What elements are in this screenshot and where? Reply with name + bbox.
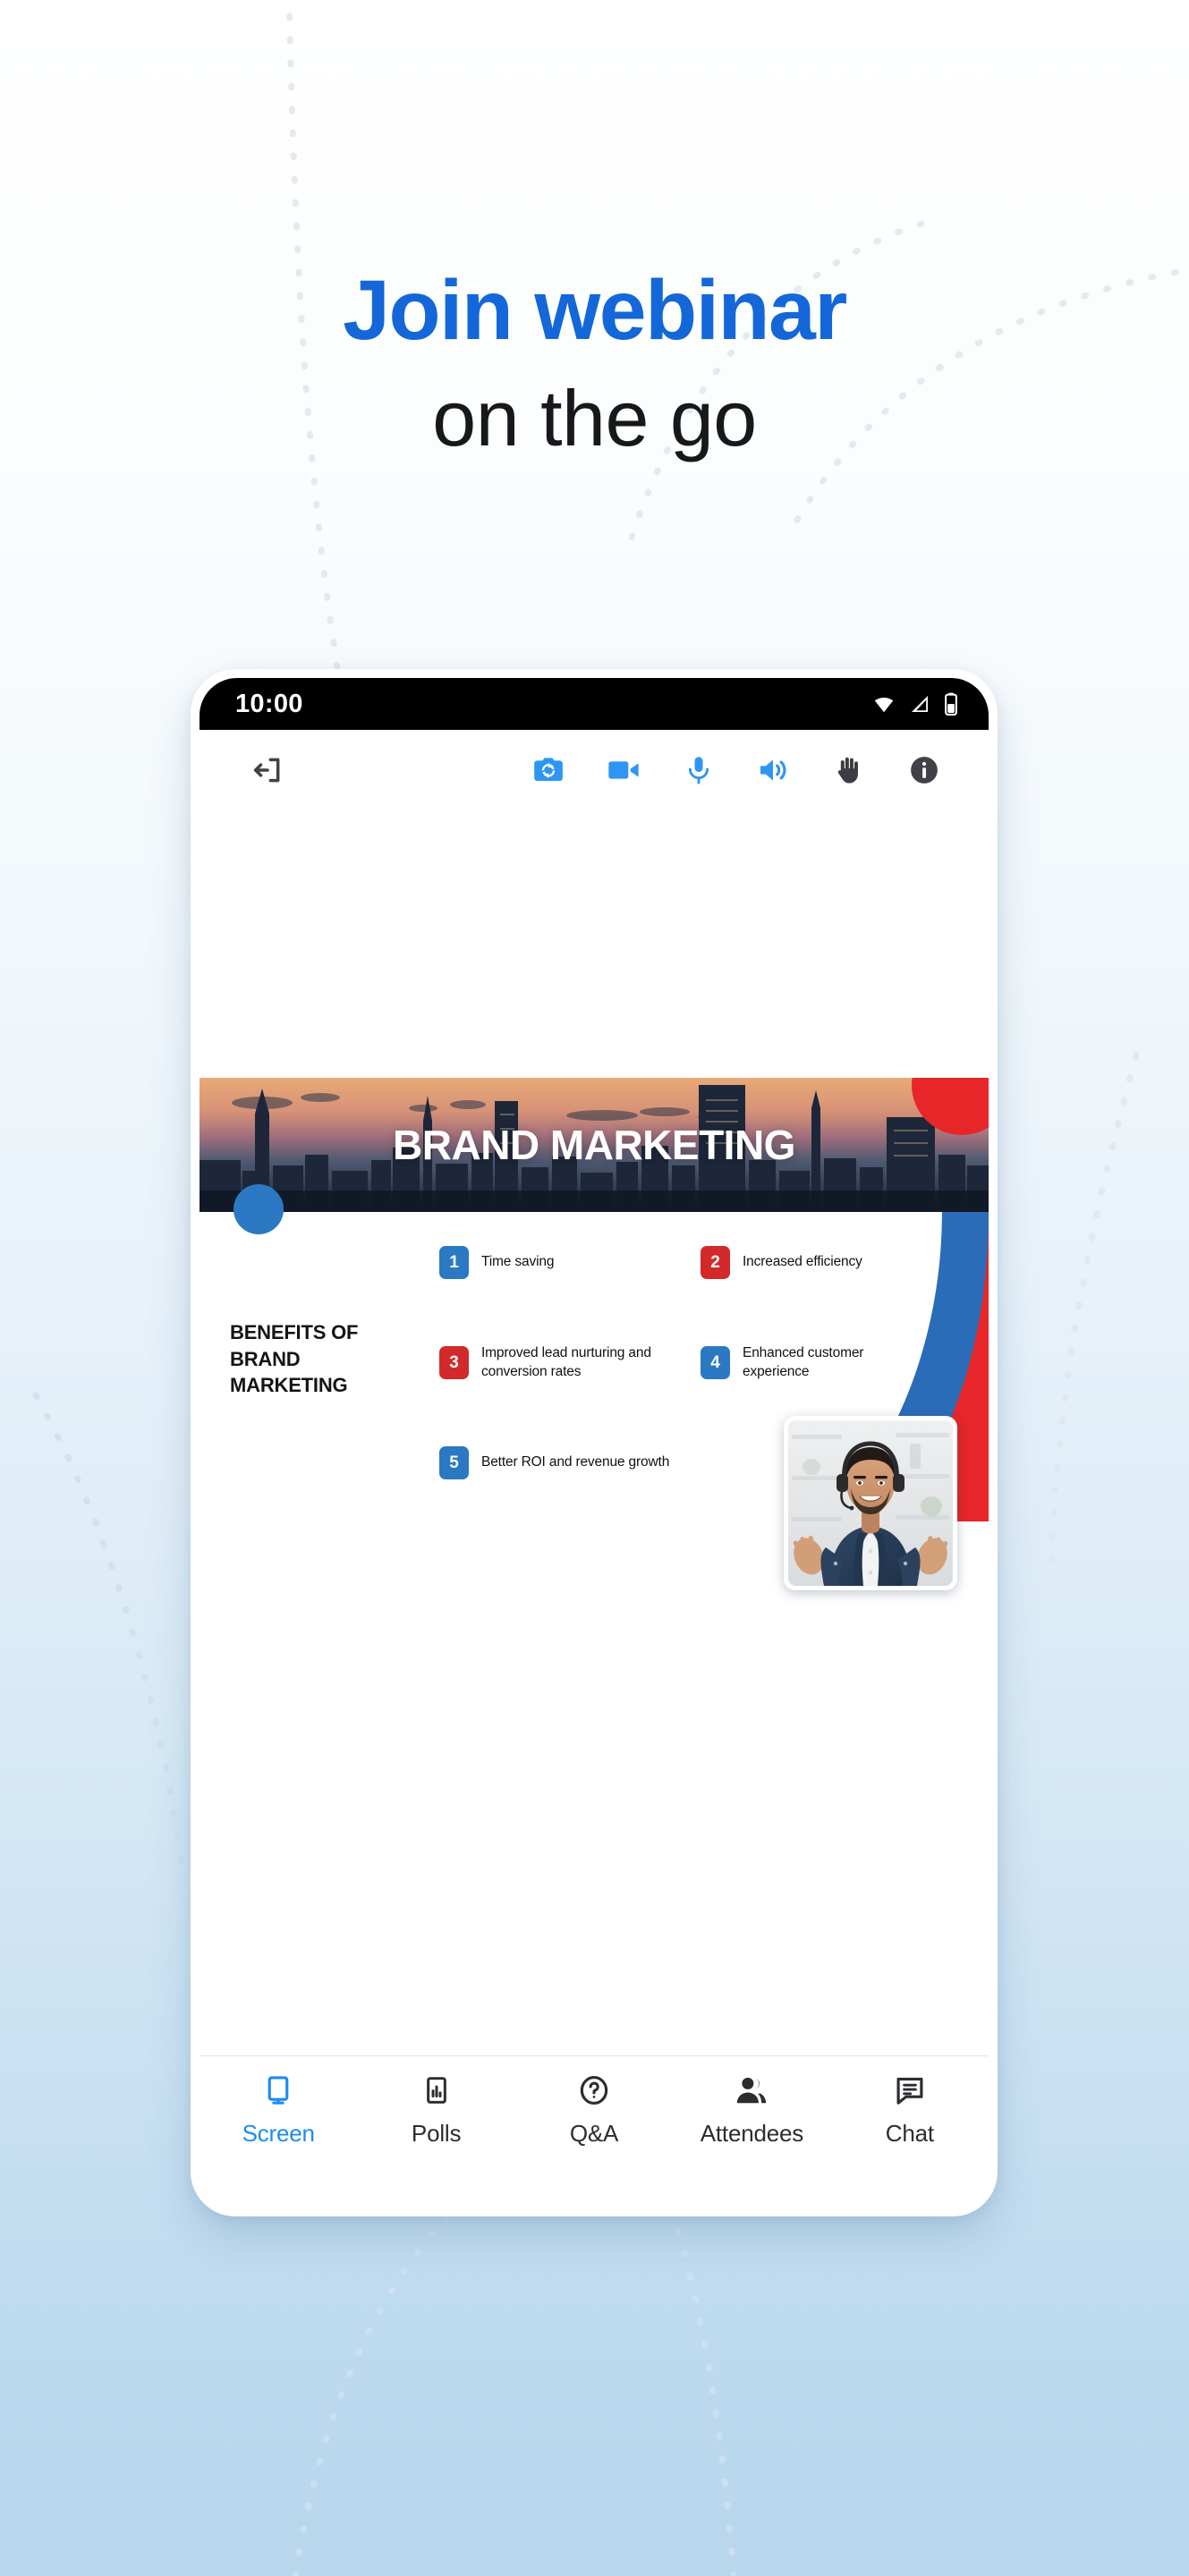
speaker-icon [760, 759, 786, 781]
session-toolbar [200, 730, 989, 810]
cellular-signal-icon [912, 696, 928, 712]
benefit-text-3: Improved lead nurturing and conversion r… [481, 1345, 651, 1379]
benefit-item-3: 3 Improved lead nurturing and conversion… [439, 1344, 654, 1382]
headline-line-1: Join webinar [343, 263, 847, 358]
slide-hero-banner: BRAND MARKETING [200, 1078, 989, 1212]
presenter-video-image [788, 1420, 953, 1586]
headline-line-2: on the go [432, 374, 757, 462]
video-toggle-button[interactable] [586, 739, 661, 801]
presenter-video-thumbnail[interactable] [784, 1416, 957, 1590]
nav-item-screen[interactable]: Screen [200, 2072, 357, 2148]
bottom-navigation: Screen Polls Q&A Attendees Chat [200, 2055, 989, 2181]
exit-icon [253, 758, 280, 783]
page-title: Join webinar on the go [0, 268, 1189, 468]
slide-hero-title: BRAND MARKETING [393, 1122, 795, 1168]
benefit-number-2: 2 [701, 1246, 730, 1279]
status-bar-clock: 10:00 [235, 689, 303, 718]
status-bar: 10:00 [200, 678, 989, 730]
speaker-toggle-button[interactable] [736, 739, 811, 801]
benefit-number-3: 3 [439, 1346, 469, 1380]
benefit-text-2: Increased efficiency [743, 1254, 862, 1270]
raised-hand-icon [837, 757, 858, 784]
camera-flip-icon [534, 758, 563, 782]
session-info-button[interactable] [887, 739, 962, 801]
people-icon [735, 2072, 769, 2108]
switch-camera-button[interactable] [511, 739, 586, 801]
leave-session-button[interactable] [230, 739, 305, 801]
benefit-item-4: 4 Enhanced customer experience [701, 1344, 924, 1382]
question-circle-icon [578, 2072, 610, 2108]
nav-label-qa: Q&A [569, 2120, 619, 2147]
nav-label-screen: Screen [242, 2120, 315, 2147]
microphone-icon [688, 757, 709, 784]
status-bar-icons [871, 692, 958, 716]
nav-item-chat[interactable]: Chat [831, 2072, 989, 2148]
bar-chart-icon [421, 2072, 452, 2108]
microphone-toggle-button[interactable] [661, 739, 736, 801]
benefit-text-1: Time saving [481, 1254, 555, 1270]
nav-item-qa[interactable]: Q&A [515, 2072, 673, 2148]
benefit-text-5: Better ROI and revenue growth [481, 1454, 670, 1470]
battery-icon [945, 692, 957, 716]
benefit-item-1: 1 Time saving [439, 1246, 618, 1279]
shared-screen-stage[interactable]: BRAND MARKETING BENEFITS OF BRAND MARKET… [200, 810, 989, 2055]
nav-item-attendees[interactable]: Attendees [673, 2072, 830, 2148]
info-circle-icon [911, 757, 938, 784]
nav-label-attendees: Attendees [700, 2120, 804, 2147]
slide-section-heading: BENEFITS OF BRAND MARKETING [230, 1321, 359, 1397]
benefit-number-1: 1 [439, 1246, 469, 1279]
benefit-number-4: 4 [701, 1346, 730, 1380]
chat-bubble-icon [894, 2072, 926, 2108]
slide-blue-circle-decoration [234, 1184, 284, 1234]
nav-item-polls[interactable]: Polls [357, 2072, 514, 2148]
monitor-icon [262, 2072, 294, 2108]
benefit-text-4: Enhanced customer experience [743, 1345, 864, 1379]
video-camera-icon [608, 761, 639, 779]
benefit-number-5: 5 [439, 1446, 469, 1479]
benefit-item-2: 2 Increased efficiency [701, 1246, 906, 1279]
phone-mockup: 10:00 BRAND MARKETING BENEFITS OF BRAND … [191, 669, 998, 2216]
nav-label-polls: Polls [411, 2120, 462, 2147]
benefit-item-5: 5 Better ROI and revenue growth [439, 1446, 699, 1479]
raise-hand-button[interactable] [811, 739, 887, 801]
nav-label-chat: Chat [885, 2120, 934, 2147]
phone-screen: 10:00 BRAND MARKETING BENEFITS OF BRAND … [200, 678, 989, 2181]
wifi-icon [874, 698, 894, 713]
